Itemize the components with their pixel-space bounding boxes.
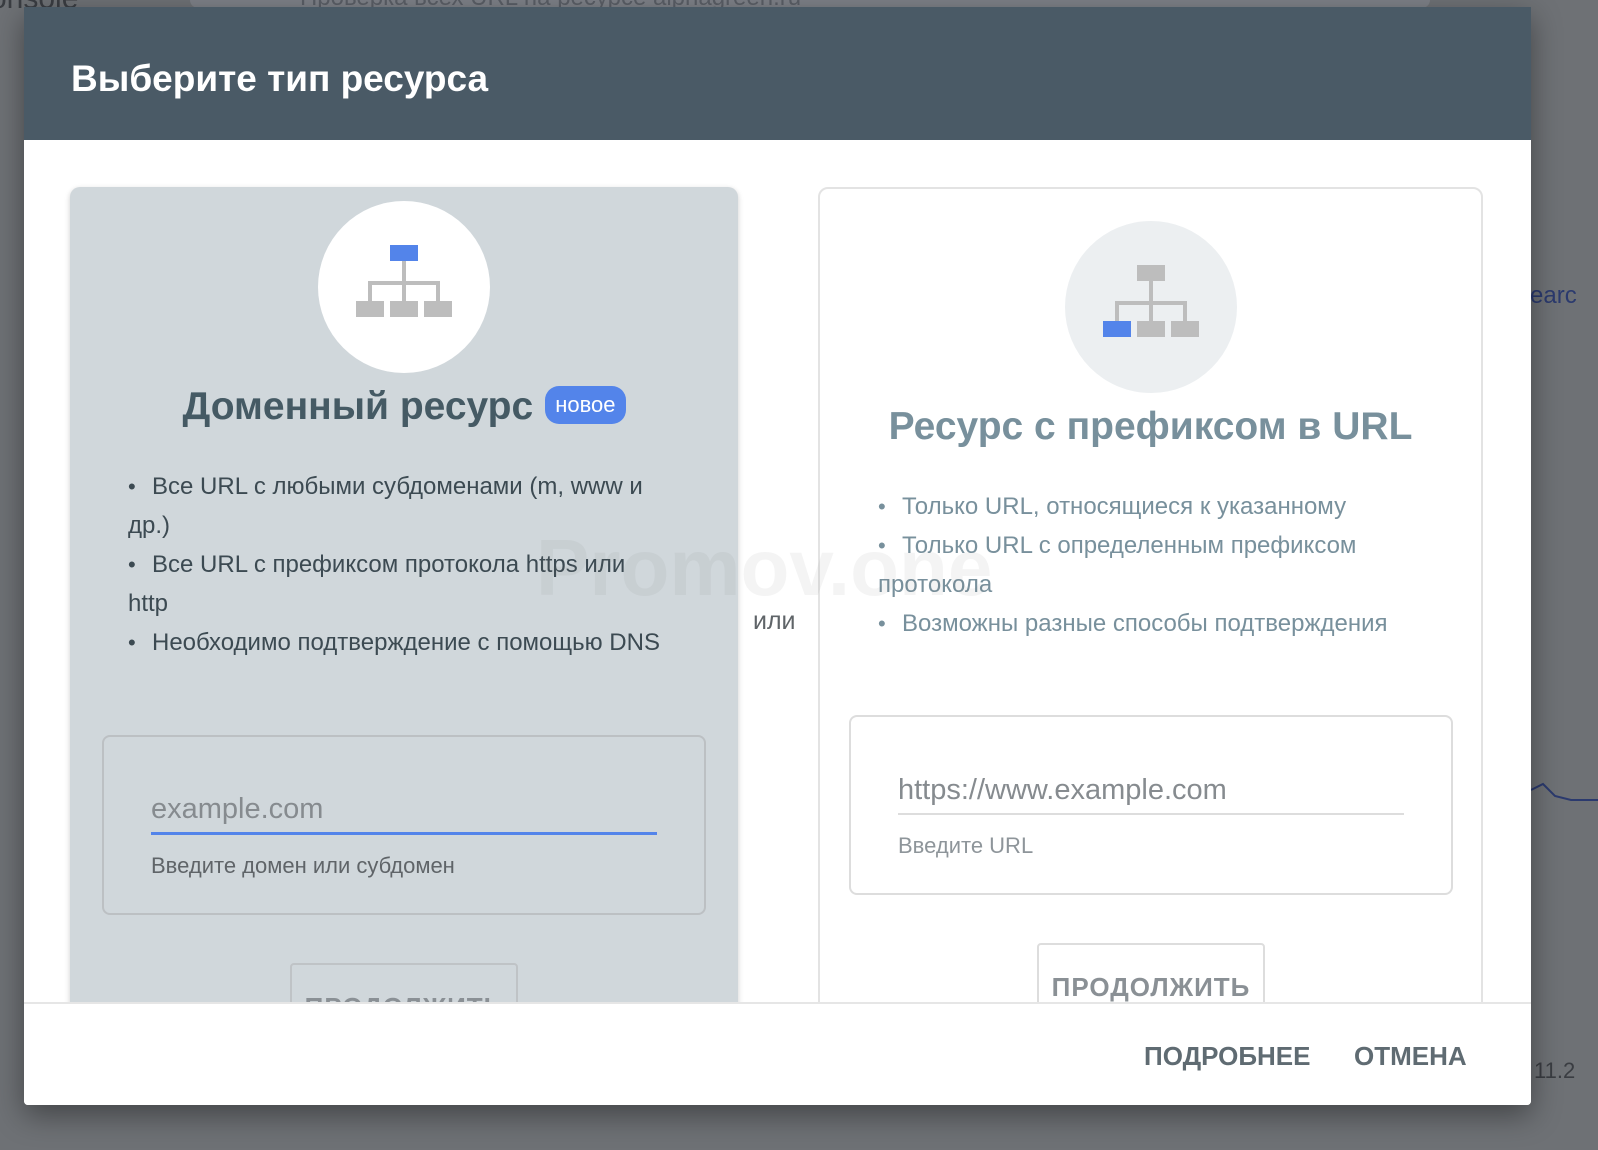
new-badge: новое bbox=[545, 385, 626, 424]
domain-features-list: Все URL с любыми субдоменами (m, www и д… bbox=[128, 467, 668, 662]
domain-field: Введите домен или субдомен bbox=[102, 735, 706, 915]
or-separator: или bbox=[753, 607, 796, 635]
domain-property-card[interactable]: Доменный ресурс новое Все URL с любыми су… bbox=[70, 187, 738, 1087]
cancel-button[interactable]: ОТМЕНА bbox=[1354, 1041, 1467, 1072]
domain-hint: Введите домен или субдомен bbox=[151, 853, 455, 878]
dialog-header: Выберите тип ресурса bbox=[24, 7, 1531, 140]
url-input[interactable] bbox=[898, 767, 1404, 815]
list-item: Только URL с определенным префиксом прот… bbox=[878, 526, 1438, 604]
prefix-features-list: Только URL, относящиеся к указанному Тол… bbox=[878, 487, 1438, 643]
domain-title-text: Доменный ресурс bbox=[182, 385, 534, 428]
list-item: Необходимо подтверждение с помощью DNS bbox=[128, 623, 668, 662]
url-hint: Введите URL bbox=[898, 833, 1034, 858]
dialog-title: Выберите тип ресурса bbox=[71, 58, 489, 99]
list-item: Только URL, относящиеся к указанному bbox=[878, 487, 1438, 526]
sitemap-icon bbox=[318, 201, 490, 373]
background-chart-line bbox=[1531, 782, 1598, 801]
list-item: Все URL с префиксом протокола https или … bbox=[128, 545, 668, 623]
background-side-text: earc bbox=[1530, 282, 1577, 309]
list-item: Возможны разные способы подтверждения bbox=[878, 604, 1438, 643]
domain-property-title: Доменный ресурс новое bbox=[70, 385, 738, 429]
url-prefix-title: Ресурс с префиксом в URL bbox=[888, 405, 1413, 448]
learn-more-button[interactable]: ПОДРОБНЕЕ bbox=[1144, 1041, 1310, 1072]
domain-input[interactable] bbox=[151, 787, 657, 835]
list-item: Все URL с любыми субдоменами (m, www и д… bbox=[128, 467, 668, 545]
sitemap-icon bbox=[1065, 221, 1237, 393]
select-property-type-dialog: Выберите тип ресурса Доменный ресурс ново… bbox=[24, 7, 1531, 1105]
url-field: Введите URL bbox=[849, 715, 1453, 895]
background-axis-label: 11.2 bbox=[1534, 1058, 1576, 1083]
url-prefix-property-card[interactable]: Ресурс с префиксом в URL Только URL, отн… bbox=[818, 187, 1483, 1087]
dialog-footer: ПОДРОБНЕЕ ОТМЕНА bbox=[24, 1002, 1531, 1105]
